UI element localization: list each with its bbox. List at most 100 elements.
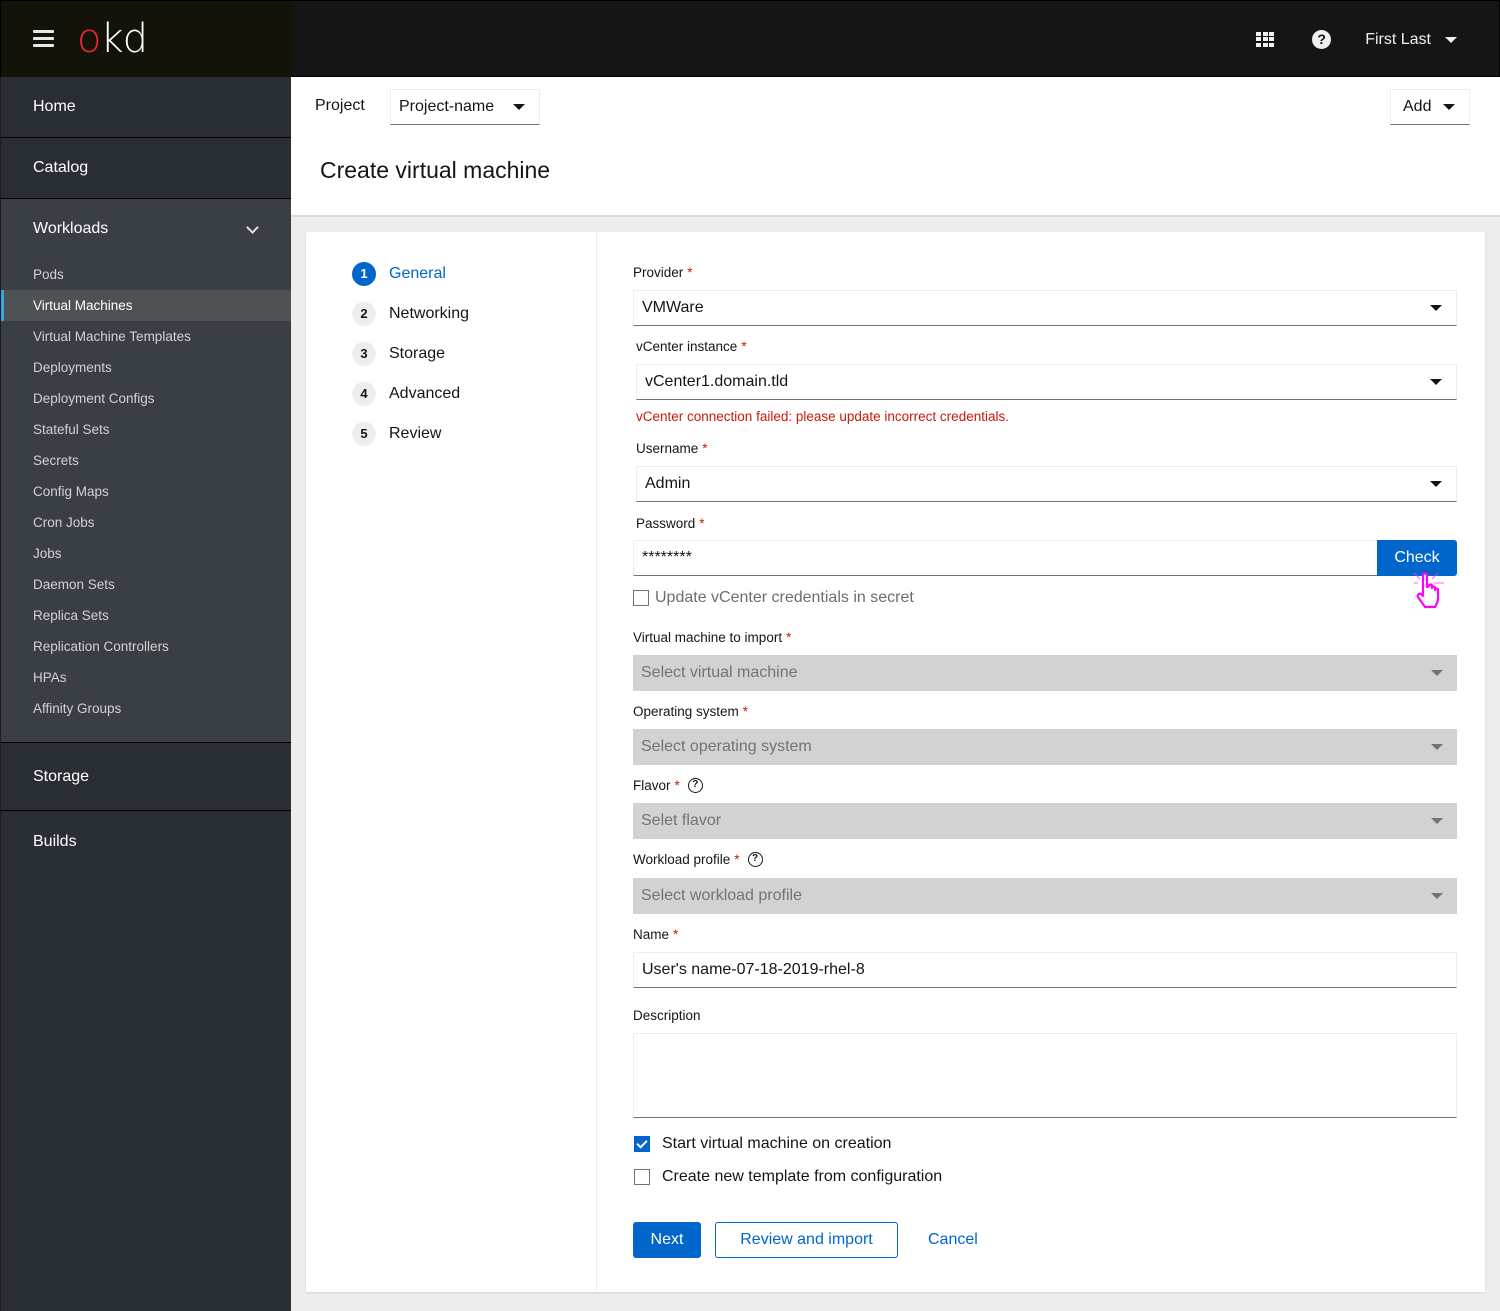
create-template-checkbox[interactable] bbox=[634, 1169, 650, 1185]
user-menu[interactable]: First Last bbox=[1365, 31, 1457, 49]
sidebar-item-stateful-sets[interactable]: Stateful Sets bbox=[1, 414, 291, 445]
flavor-select[interactable]: Selet flavor bbox=[633, 803, 1457, 839]
project-label: Project bbox=[315, 97, 365, 114]
start-on-creation-checkbox-row[interactable]: Start virtual machine on creation bbox=[634, 1135, 891, 1153]
sidebar-item-label: Storage bbox=[33, 767, 90, 785]
add-dropdown[interactable]: Add bbox=[1390, 89, 1470, 125]
vm-to-import-select[interactable]: Select virtual machine bbox=[633, 655, 1457, 691]
okd-logo[interactable]: okd bbox=[77, 16, 148, 62]
workload-profile-label: Workload profile * ? bbox=[633, 852, 763, 867]
help-icon[interactable]: ? bbox=[747, 852, 763, 867]
sidebar-item-label: Config Maps bbox=[33, 484, 109, 499]
required-marker: * bbox=[734, 852, 740, 867]
wizard-step-storage[interactable]: 3 Storage bbox=[352, 342, 445, 366]
wizard-step-advanced[interactable]: 4 Advanced bbox=[352, 382, 460, 406]
sidebar-item-builds[interactable]: Builds bbox=[1, 811, 291, 872]
provider-label: Provider * bbox=[633, 265, 693, 280]
cancel-button[interactable]: Cancel bbox=[928, 1222, 978, 1258]
sidebar-item-label: Pods bbox=[33, 267, 64, 282]
sidebar-item-daemon-sets[interactable]: Daemon Sets bbox=[1, 569, 291, 600]
label-text: Password bbox=[636, 516, 696, 531]
label-text: Workload profile bbox=[633, 852, 731, 867]
sidebar-item-catalog[interactable]: Catalog bbox=[1, 138, 291, 199]
next-button[interactable]: Next bbox=[633, 1222, 701, 1258]
update-credentials-checkbox-row[interactable]: Update vCenter credentials in secret bbox=[633, 589, 914, 607]
placeholder-text: Selet flavor bbox=[641, 812, 722, 829]
label-text: vCenter instance bbox=[636, 339, 738, 354]
description-textarea[interactable] bbox=[633, 1033, 1457, 1118]
vcenter-error-message: vCenter connection failed: please update… bbox=[636, 409, 1009, 424]
sidebar-item-replica-sets[interactable]: Replica Sets bbox=[1, 600, 291, 631]
caret-down-icon bbox=[1430, 379, 1442, 385]
sidebar-item-config-maps[interactable]: Config Maps bbox=[1, 476, 291, 507]
sidebar-item-home[interactable]: Home bbox=[1, 77, 291, 138]
sidebar-item-hpas[interactable]: HPAs bbox=[1, 662, 291, 693]
sidebar-item-affinity-groups[interactable]: Affinity Groups bbox=[1, 693, 291, 724]
sidebar-section-workloads: Workloads Pods Virtual Machines Virtual … bbox=[1, 199, 291, 743]
check-credentials-button[interactable]: Check bbox=[1377, 540, 1457, 576]
password-input[interactable]: ******** bbox=[633, 540, 1378, 576]
step-number: 1 bbox=[352, 262, 376, 286]
provider-value: VMWare bbox=[642, 299, 704, 316]
sidebar-item-label: Home bbox=[33, 98, 76, 115]
step-label: Networking bbox=[389, 305, 470, 322]
sidebar-item-label: Replication Controllers bbox=[33, 639, 169, 654]
sidebar-item-pods[interactable]: Pods bbox=[1, 259, 291, 290]
username-select[interactable]: Admin bbox=[636, 466, 1457, 502]
sidebar-item-virtual-machines[interactable]: Virtual Machines bbox=[1, 290, 291, 321]
required-marker: * bbox=[699, 516, 705, 531]
operating-system-select[interactable]: Select operating system bbox=[633, 729, 1457, 765]
wizard-step-general[interactable]: 1 General bbox=[352, 262, 446, 286]
placeholder-text: Select virtual machine bbox=[641, 664, 798, 681]
project-dropdown[interactable]: Project-name bbox=[390, 89, 540, 125]
vcenter-instance-select[interactable]: vCenter1.domain.tld bbox=[636, 364, 1457, 400]
app-launcher-grid-icon[interactable] bbox=[1256, 31, 1275, 48]
sidebar-item-jobs[interactable]: Jobs bbox=[1, 538, 291, 569]
username-value: Admin bbox=[645, 475, 691, 492]
step-label: General bbox=[389, 265, 446, 282]
label-text: Virtual machine to import bbox=[633, 630, 783, 645]
wizard-steps-nav: 1 General 2 Networking 3 Storage 4 Advan… bbox=[306, 232, 597, 1292]
step-number: 4 bbox=[352, 382, 376, 406]
name-value: User's name-07-18-2019-rhel-8 bbox=[642, 961, 865, 978]
wizard-step-review[interactable]: 5 Review bbox=[352, 422, 441, 446]
label-text: Username bbox=[636, 441, 699, 456]
brand: okd bbox=[1, 1, 292, 78]
sidebar-item-workloads[interactable]: Workloads bbox=[1, 199, 291, 259]
name-input[interactable]: User's name-07-18-2019-rhel-8 bbox=[633, 952, 1457, 988]
sidebar-item-secrets[interactable]: Secrets bbox=[1, 445, 291, 476]
project-value: Project-name bbox=[399, 98, 495, 115]
name-label: Name * bbox=[633, 927, 678, 942]
logo-kd: kd bbox=[100, 16, 148, 62]
label-text: Name bbox=[633, 927, 670, 942]
sidebar-item-virtual-machine-templates[interactable]: Virtual Machine Templates bbox=[1, 321, 291, 352]
sidebar-item-label: Secrets bbox=[33, 453, 79, 468]
update-credentials-checkbox[interactable] bbox=[633, 590, 649, 606]
sidebar-item-replication-controllers[interactable]: Replication Controllers bbox=[1, 631, 291, 662]
help-icon[interactable]: ? bbox=[687, 778, 703, 793]
provider-select[interactable]: VMWare bbox=[633, 290, 1457, 326]
operating-system-label: Operating system * bbox=[633, 704, 748, 719]
sidebar-item-label: Affinity Groups bbox=[33, 701, 122, 716]
step-number: 3 bbox=[352, 342, 376, 366]
sidebar-item-deployments[interactable]: Deployments bbox=[1, 352, 291, 383]
required-marker: * bbox=[673, 927, 679, 942]
sidebar-item-storage[interactable]: Storage bbox=[1, 743, 291, 811]
hamburger-menu-icon[interactable] bbox=[33, 30, 54, 48]
page-header: Project Project-name Add Create virtual … bbox=[291, 77, 1500, 217]
logo-o: o bbox=[77, 16, 102, 62]
sidebar-item-cron-jobs[interactable]: Cron Jobs bbox=[1, 507, 291, 538]
wizard-step-networking[interactable]: 2 Networking bbox=[352, 302, 469, 326]
create-template-checkbox-row[interactable]: Create new template from configuration bbox=[634, 1168, 942, 1186]
placeholder-text: Select workload profile bbox=[641, 887, 802, 904]
review-and-import-button[interactable]: Review and import bbox=[715, 1222, 898, 1258]
help-icon[interactable]: ? bbox=[1312, 30, 1332, 49]
sidebar-item-label: Stateful Sets bbox=[33, 422, 110, 437]
sidebar-item-deployment-configs[interactable]: Deployment Configs bbox=[1, 383, 291, 414]
checkbox-label: Start virtual machine on creation bbox=[662, 1135, 892, 1152]
workload-profile-select[interactable]: Select workload profile bbox=[633, 878, 1457, 914]
caret-down-icon bbox=[513, 104, 525, 110]
sidebar-item-label: Daemon Sets bbox=[33, 577, 115, 592]
label-text: Description bbox=[633, 1008, 701, 1023]
start-on-creation-checkbox[interactable] bbox=[634, 1136, 650, 1152]
